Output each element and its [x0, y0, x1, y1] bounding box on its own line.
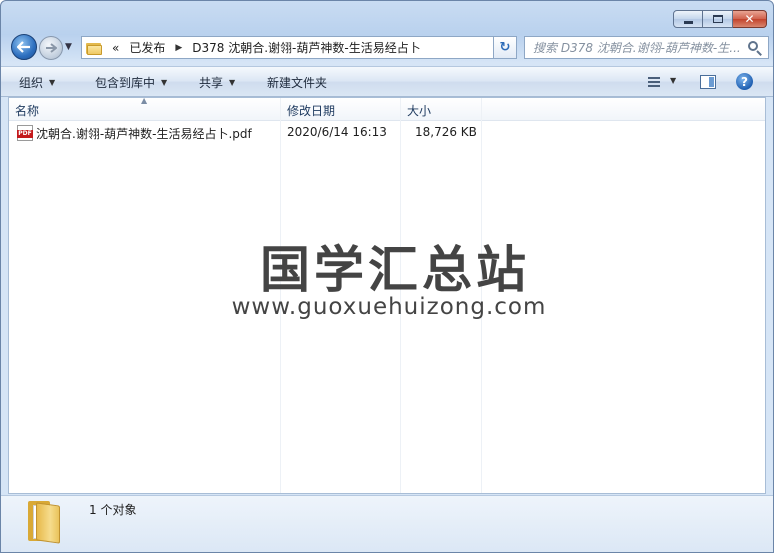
share-menu[interactable]: 共享 ▼ [199, 74, 235, 91]
column-header: ▲ 名称 修改日期 大小 [9, 97, 765, 121]
include-in-library-label: 包含到库中 [95, 76, 156, 90]
organize-label: 组织 [19, 76, 44, 90]
search-input[interactable] [533, 40, 746, 55]
close-icon: ✕ [744, 12, 755, 26]
command-bar: 组织 ▼ 包含到库中 ▼ 共享 ▼ 新建文件夹 ▼ ? [1, 66, 773, 97]
view-dropdown-icon[interactable]: ▼ [670, 76, 676, 85]
include-in-library-menu[interactable]: 包含到库中 ▼ [95, 74, 167, 91]
maximize-icon [712, 15, 723, 23]
chevron-down-icon: ▼ [49, 78, 56, 87]
file-size: 18,726 KB [415, 125, 477, 139]
back-button[interactable] [11, 34, 37, 60]
recent-pages-dropdown[interactable]: ▼ [65, 42, 72, 52]
chevron-down-icon: ▼ [229, 78, 236, 87]
maximize-button[interactable] [703, 10, 733, 28]
folder-icon [25, 501, 63, 544]
view-options-icon[interactable] [646, 75, 662, 89]
new-folder-label: 新建文件夹 [267, 76, 328, 90]
file-row[interactable]: PDF 沈朝合.谢翎-葫芦神数-生活易经占卜.pdf 2020/6/14 16:… [9, 124, 765, 142]
column-header-modified[interactable]: 修改日期 [287, 102, 335, 119]
column-header-size[interactable]: 大小 [407, 102, 431, 119]
search-box [524, 36, 769, 59]
breadcrumb-item-published[interactable]: 已发布 [129, 39, 165, 56]
breadcrumb: « 已发布 ▶ D378 沈朝合.谢翎-葫芦神数-生活易经占卜 [112, 39, 421, 56]
item-count: 1 个对象 [89, 503, 137, 517]
file-list: ▲ 名称 修改日期 大小 PDF 沈朝合.谢翎-葫芦神数-生活易经占卜.pdf … [8, 97, 766, 494]
column-header-name[interactable]: 名称 [15, 102, 39, 119]
help-icon[interactable]: ? [736, 73, 753, 90]
preview-pane-icon[interactable] [700, 75, 716, 89]
navigation-bar: ▼ « 已发布 ▶ D378 沈朝合.谢翎-葫芦神数-生活易经占卜 ▼ ↻ [9, 34, 769, 60]
explorer-window: ✕ ▼ « 已发布 ▶ D378 沈朝合.谢翎-葫芦神数-生活易经占卜 ▼ ↻ [0, 0, 774, 553]
chevron-right-icon[interactable]: ▶ [175, 43, 182, 53]
refresh-icon: ↻ [499, 40, 511, 55]
watermark-url: www.guoxuehuizong.com [231, 294, 547, 320]
refresh-button[interactable]: ↻ [493, 36, 517, 59]
pdf-file-icon: PDF [17, 125, 33, 141]
minimize-icon [683, 20, 693, 24]
details-pane: 1 个对象 [1, 495, 773, 552]
chevron-down-icon: ▼ [161, 78, 168, 87]
new-folder-button[interactable]: 新建文件夹 [267, 74, 327, 91]
sort-ascending-icon: ▲ [141, 97, 148, 105]
breadcrumb-item-current-folder[interactable]: D378 沈朝合.谢翎-葫芦神数-生活易经占卜 [192, 39, 420, 56]
forward-arrow-icon [46, 43, 57, 53]
search-icon[interactable] [746, 39, 764, 57]
file-name: 沈朝合.谢翎-葫芦神数-生活易经占卜.pdf [36, 127, 252, 141]
folder-icon [86, 41, 102, 55]
organize-menu[interactable]: 组织 ▼ [19, 74, 55, 91]
watermark-title: 国学汇总站 [260, 241, 530, 299]
close-button[interactable]: ✕ [733, 10, 767, 28]
minimize-button[interactable] [673, 10, 703, 28]
back-arrow-icon [17, 41, 30, 53]
breadcrumb-overflow[interactable]: « [112, 41, 119, 55]
share-label: 共享 [199, 76, 224, 90]
caption-buttons: ✕ [673, 10, 767, 28]
address-bar[interactable]: « 已发布 ▶ D378 沈朝合.谢翎-葫芦神数-生活易经占卜 ▼ [81, 36, 517, 59]
forward-button[interactable] [39, 36, 63, 60]
file-modified: 2020/6/14 16:13 [287, 125, 387, 139]
